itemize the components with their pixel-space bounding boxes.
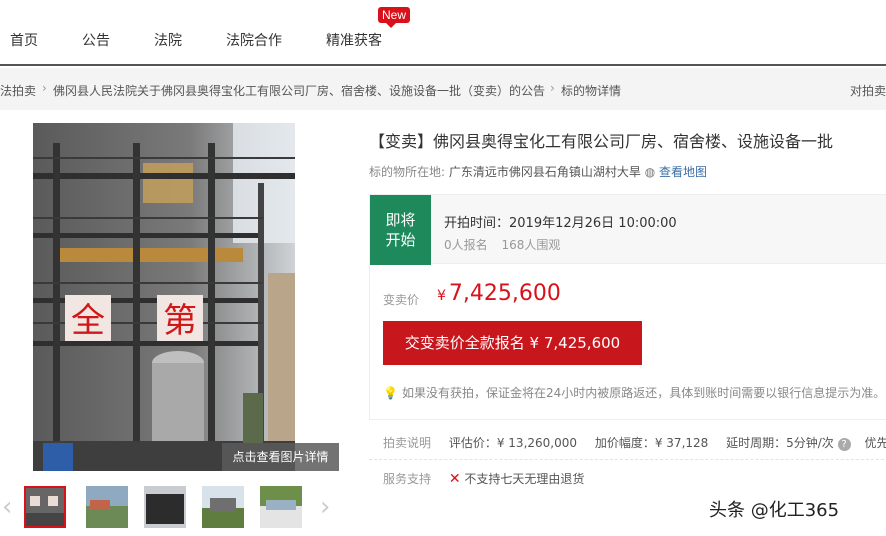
thumbnail[interactable]: [144, 486, 186, 528]
thumbnail[interactable]: [86, 486, 128, 528]
breadcrumb: 法拍卖 › 佛冈县人民法院关于佛冈县奥得宝化工有限公司厂房、宿舍楼、设施设备一批…: [0, 68, 886, 110]
help-icon[interactable]: ?: [837, 438, 851, 451]
status-badge: 即将 开始: [370, 195, 431, 265]
status-line: 即将: [385, 211, 416, 229]
service-label: 服务支持: [383, 472, 432, 486]
banner-char: 全: [71, 301, 105, 341]
breadcrumb-right[interactable]: 对拍卖: [850, 82, 886, 99]
nav-precise-customers[interactable]: 精准获客: [326, 30, 382, 50]
thumbnail[interactable]: [24, 486, 66, 528]
divider: [369, 459, 886, 460]
status-line: 开始: [385, 231, 416, 249]
tip-text: 如果没有获拍，保证金将在24小时内被原路返还，具体到账时间需要以银行信息提示为准…: [401, 386, 886, 400]
nav-notices[interactable]: 公告: [82, 30, 110, 50]
nav-home[interactable]: 首页: [10, 30, 38, 50]
page-title: 【变卖】佛冈县奥得宝化工有限公司厂房、宿舍楼、设施设备一批: [369, 132, 834, 151]
watcher-count: 168人围观: [501, 238, 561, 252]
thumbnail-prev-arrow-icon[interactable]: ‹: [2, 494, 12, 520]
banner-char: 第: [163, 301, 197, 341]
nav-court-cooperation[interactable]: 法院合作: [226, 30, 282, 50]
breadcrumb-current: 标的物详情: [561, 84, 622, 98]
increment-value: 加价幅度：¥ 37,128: [594, 436, 709, 450]
view-photo-details-button[interactable]: 点击查看图片详情: [222, 443, 339, 471]
thumbnail[interactable]: [260, 486, 302, 528]
auction-stats: 0人报名 168人围观: [444, 236, 560, 253]
chevron-right-icon: ›: [550, 81, 555, 95]
no-return-text: 不支持七天无理由退货: [464, 472, 585, 486]
watermark: 头条 @化工365: [709, 500, 840, 521]
price-amount: 7,425,600: [448, 281, 561, 306]
priority-bid: 优先竞: [864, 436, 886, 450]
price-value: ¥7,425,600: [437, 281, 561, 306]
map-pin-icon[interactable]: ◍: [645, 165, 655, 179]
main-photo[interactable]: 全 第: [33, 123, 295, 471]
thumbnail-image: [260, 486, 302, 528]
auction-timer: 即将 开始 开拍时间：2019年12月26日 10:00:00 0人报名 168…: [369, 194, 886, 265]
deposit-tip: 💡 如果没有获拍，保证金将在24小时内被原路返还，具体到账时间需要以银行信息提示为…: [383, 384, 885, 401]
top-nav: 首页 公告 法院 法院合作 精准获客 New: [0, 0, 886, 66]
currency-symbol: ¥: [437, 288, 446, 304]
start-time: 开拍时间：2019年12月26日 10:00:00: [444, 216, 677, 231]
thumbnail-image: [26, 488, 64, 526]
location-row: 标的物所在地: 广东清远市佛冈县石角镇山湖村大旱 ◍ 查看地图: [369, 163, 707, 180]
auction-rules-row: 拍卖说明 评估价：¥ 13,260,000 加价幅度：¥ 37,128 延时周期…: [383, 434, 886, 451]
rules-label: 拍卖说明: [383, 436, 432, 450]
register-full-payment-button[interactable]: 交变卖价全款报名 ¥ 7,425,600: [383, 321, 642, 365]
close-icon: ✕: [448, 471, 461, 487]
appraisal-value: 评估价：¥ 13,260,000: [448, 436, 578, 450]
thumbnail-image: [202, 486, 244, 528]
new-badge: New: [378, 7, 411, 28]
factory-photo-image: 全 第: [33, 123, 295, 471]
view-map-link[interactable]: 查看地图: [659, 165, 707, 179]
thumbnail-image: [144, 486, 186, 528]
breadcrumb-notice[interactable]: 佛冈县人民法院关于佛冈县奥得宝化工有限公司厂房、宿舍楼、设施设备一批（变卖）的公…: [53, 82, 545, 99]
nav-courts[interactable]: 法院: [154, 30, 182, 50]
thumbnail-image: [86, 486, 128, 528]
thumbnail-next-arrow-icon[interactable]: ›: [320, 494, 330, 520]
chevron-right-icon: ›: [42, 81, 47, 95]
breadcrumb-auction[interactable]: 法拍卖: [0, 82, 36, 99]
service-row: 服务支持 ✕ 不支持七天无理由退货: [383, 470, 584, 487]
location-value: 广东清远市佛冈县石角镇山湖村大旱: [448, 165, 641, 179]
price-label: 变卖价: [383, 293, 420, 307]
signup-count: 0人报名: [444, 238, 488, 252]
location-label: 标的物所在地:: [369, 165, 446, 179]
thumbnail[interactable]: [202, 486, 244, 528]
lightbulb-icon: 💡: [383, 386, 398, 400]
delay-period: 延时周期：5分钟/次: [726, 436, 834, 450]
